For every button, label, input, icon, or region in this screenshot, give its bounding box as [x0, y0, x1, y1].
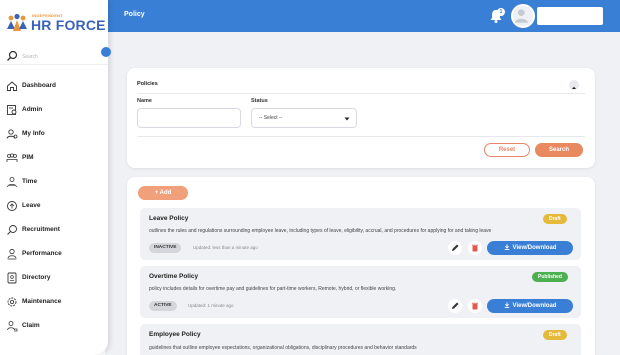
edit-button[interactable]: [448, 241, 462, 255]
delete-button[interactable]: [468, 241, 482, 255]
directory-icon: [7, 272, 17, 284]
sidebar-item-leave[interactable]: Leave: [6, 198, 104, 216]
sidebar-item-directory[interactable]: Directory: [6, 270, 104, 288]
sidebar-item-label: Leave: [22, 202, 41, 209]
page-title: Policy: [124, 11, 145, 18]
sidebar-item-label: Claim: [22, 322, 40, 329]
recruit-search-icon: [7, 225, 17, 235]
maintenance-icon: [7, 297, 17, 307]
sidebar-item-maintenance[interactable]: Maintenance: [6, 294, 104, 312]
search-button[interactable]: Search: [535, 143, 583, 157]
policy-description: policy includes details for overtime pay…: [149, 286, 397, 292]
notification-badge: 1: [497, 8, 505, 16]
policy-description: outlines the rules and regulations surro…: [149, 228, 492, 234]
user-icon: [6, 129, 18, 139]
sidebar-item-performance[interactable]: Performance: [6, 246, 104, 264]
logo[interactable]: INDEPENDENT HR FORCE: [6, 12, 106, 34]
collapse-filter-button[interactable]: [569, 80, 579, 90]
policy-item: Leave Policy Draft outlines the rules an…: [140, 208, 581, 260]
sidebar-item-label: Performance: [22, 250, 62, 257]
status-select[interactable]: -- Select --: [251, 108, 357, 128]
admin-icon: [7, 105, 17, 115]
policies-filter-card: Policies Name Status -- Select -- Reset …: [127, 68, 595, 168]
sidebar-item-admin[interactable]: Admin: [6, 102, 104, 120]
caret-up-icon: [572, 86, 576, 89]
sidebar-item-claim[interactable]: Claim: [6, 318, 104, 336]
sidebar-item-label: PIM: [22, 154, 34, 161]
reset-button[interactable]: Reset: [484, 143, 530, 157]
leave-icon: [7, 201, 17, 211]
divider: [137, 93, 585, 94]
sidebar-search-placeholder: Search: [22, 54, 38, 60]
logo-people-icon: [7, 13, 27, 31]
sidebar-item-my-info[interactable]: My Info: [6, 126, 104, 144]
sidebar: INDEPENDENT HR FORCE Search Dashboard Ad…: [0, 0, 108, 355]
status-label: Status: [251, 98, 268, 104]
name-input[interactable]: [137, 108, 241, 128]
delete-button[interactable]: [468, 299, 482, 313]
user-menu[interactable]: [537, 7, 603, 25]
name-label: Name: [137, 98, 152, 104]
download-icon: [504, 302, 509, 308]
pencil-icon: [452, 302, 459, 309]
view-download-button[interactable]: View/Download: [487, 299, 573, 313]
draft-badge: Draft: [543, 214, 567, 224]
sidebar-item-label: My Info: [22, 130, 45, 137]
updated-timestamp: Updated: 1 minute ago: [188, 303, 234, 308]
clock-user-icon: [7, 177, 17, 188]
team-icon: [6, 153, 18, 162]
claim-icon: [7, 321, 18, 332]
status-select-value: -- Select --: [259, 115, 283, 121]
trash-icon: [472, 302, 478, 310]
status-badge: INACTIVE: [149, 243, 182, 253]
caret-down-icon: [344, 117, 350, 121]
updated-timestamp: Updated: less than a minute ago: [193, 245, 258, 250]
draft-badge: Draft: [543, 330, 567, 340]
sidebar-item-label: Admin: [22, 106, 43, 113]
policy-description: guidelines that outline employee expecta…: [149, 345, 417, 351]
sidebar-collapse-button[interactable]: [101, 47, 111, 57]
user-silhouette-icon: [514, 9, 528, 23]
sidebar-item-dashboard[interactable]: Dashboard: [6, 78, 104, 96]
sidebar-item-label: Directory: [22, 274, 51, 281]
pencil-icon: [452, 244, 459, 251]
policy-item: Overtime Policy Published policy include…: [140, 266, 581, 318]
policy-item: Employee Policy Draft guidelines that ou…: [140, 324, 581, 355]
sidebar-item-pim[interactable]: PIM: [6, 150, 104, 168]
view-download-label: View/Download: [512, 303, 557, 309]
logo-text: HR FORCE: [31, 17, 106, 33]
divider: [137, 136, 585, 137]
sidebar-item-label: Recruitment: [22, 226, 60, 233]
home-icon: [7, 81, 17, 91]
add-policy-button[interactable]: + Add: [138, 186, 188, 200]
sidebar-item-label: Maintenance: [22, 298, 62, 305]
filter-title: Policies: [137, 81, 158, 87]
status-badge: ACTIVE: [149, 301, 177, 311]
view-download-label: View/Download: [512, 245, 557, 251]
avatar[interactable]: [511, 4, 535, 28]
policy-list-card: + Add Leave Policy Draft outlines the ru…: [127, 177, 595, 355]
sidebar-item-label: Dashboard: [22, 82, 56, 89]
trash-icon: [472, 244, 478, 252]
published-badge: Published: [532, 272, 568, 282]
sidebar-item-label: Time: [22, 178, 38, 185]
performance-icon: [7, 248, 17, 260]
download-icon: [504, 244, 509, 250]
search-icon: [7, 50, 18, 61]
sidebar-item-recruitment[interactable]: Recruitment: [6, 222, 104, 240]
policy-title: Overtime Policy: [149, 273, 199, 280]
header-strip: [105, 32, 620, 52]
view-download-button[interactable]: View/Download: [487, 241, 573, 255]
sidebar-item-time[interactable]: Time: [6, 174, 104, 192]
policy-title: Leave Policy: [149, 215, 189, 222]
policy-title: Employee Policy: [149, 331, 201, 338]
edit-button[interactable]: [448, 299, 462, 313]
divider: [0, 64, 108, 65]
